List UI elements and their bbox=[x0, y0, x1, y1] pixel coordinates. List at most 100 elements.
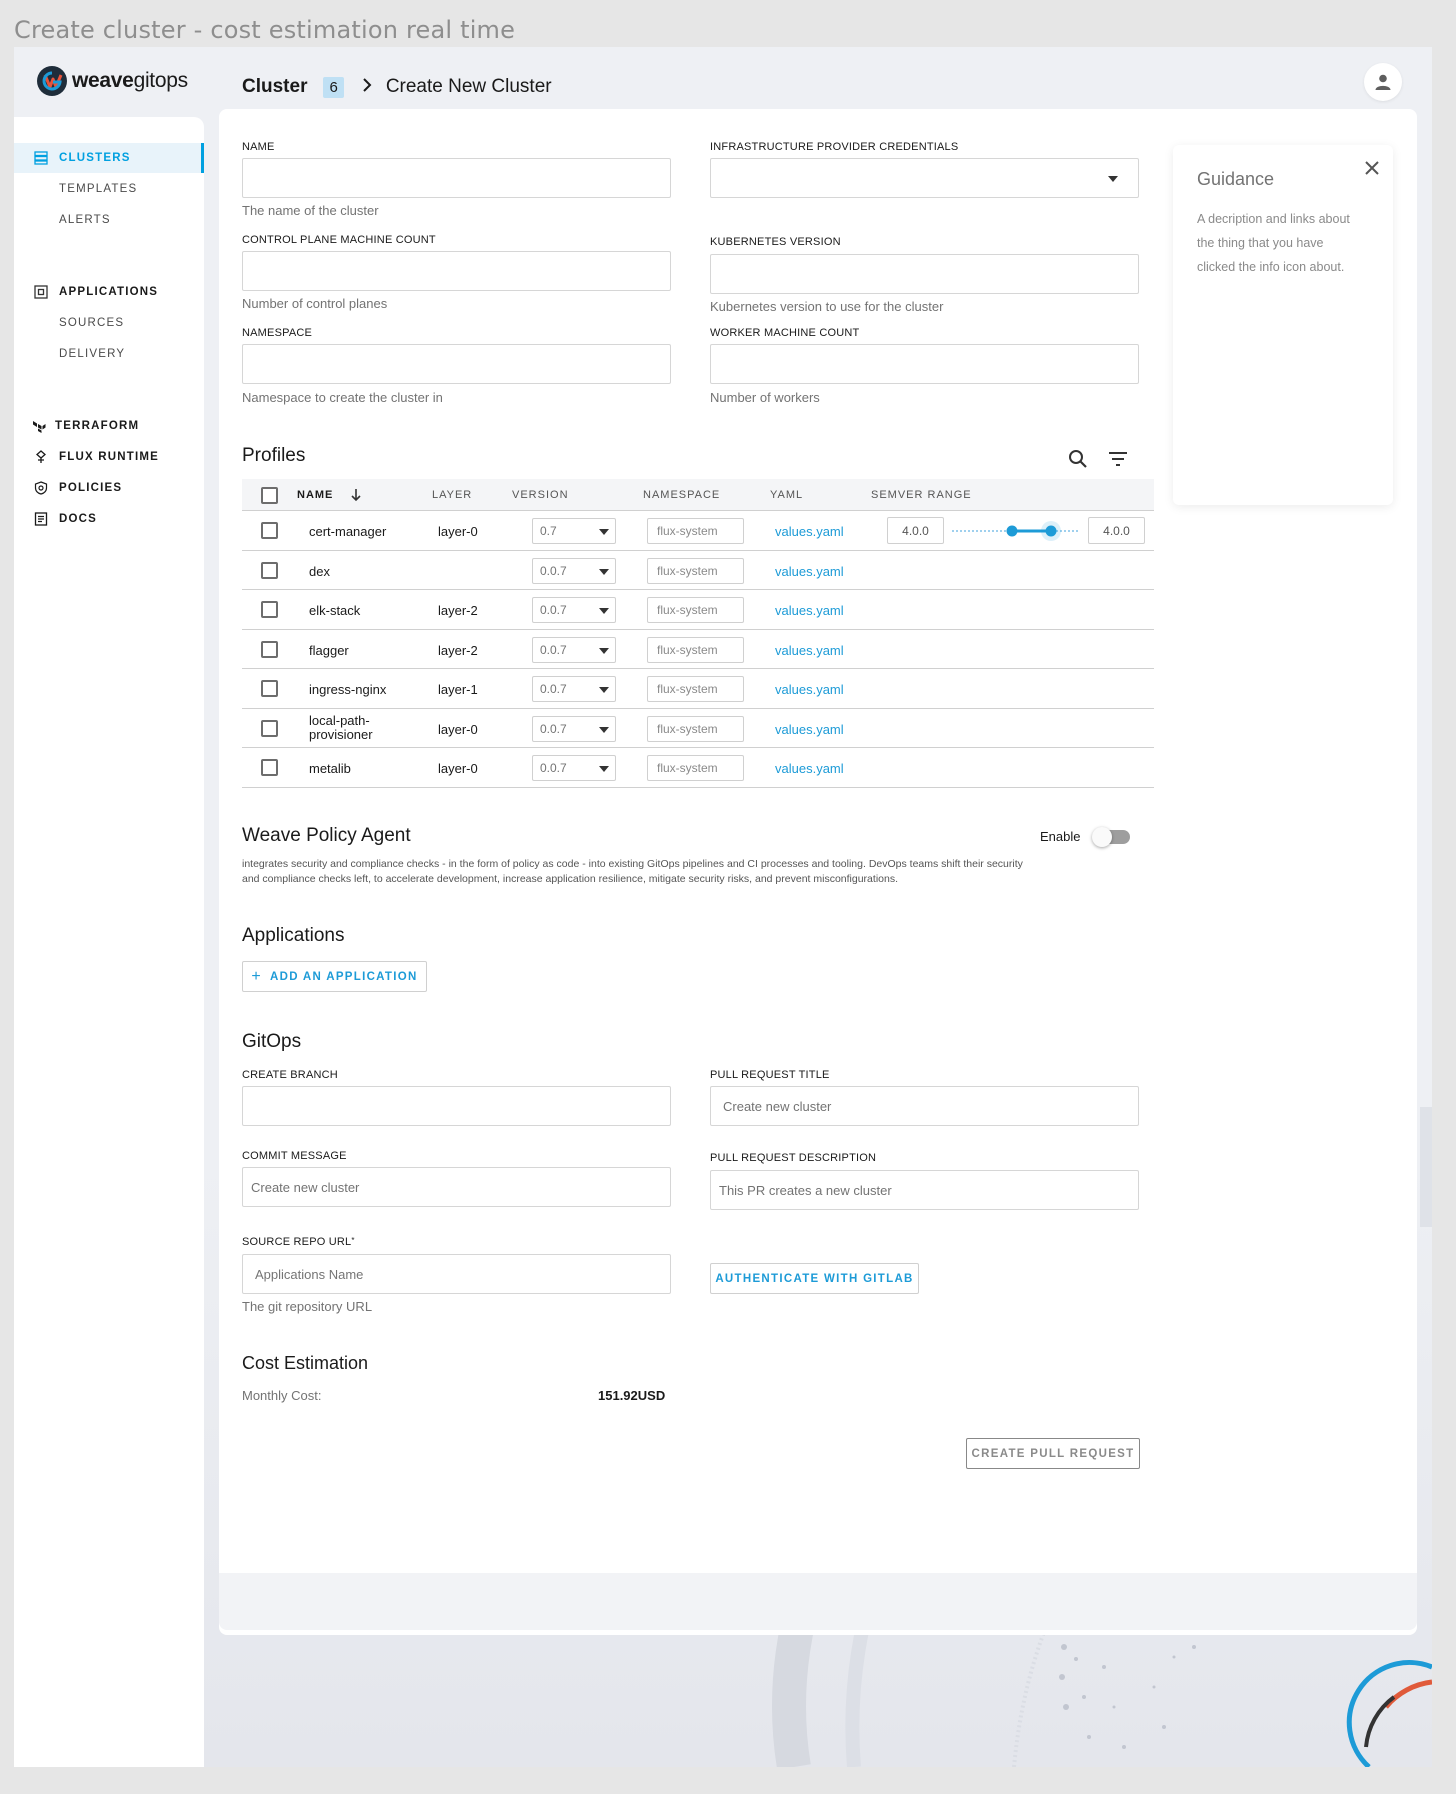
k8s-version-input[interactable] bbox=[710, 254, 1139, 294]
version-select[interactable]: 0.0.7 bbox=[532, 636, 616, 663]
filter-icon[interactable] bbox=[1107, 450, 1129, 468]
version-select[interactable]: 0.0.7 bbox=[532, 676, 616, 702]
sidebar-item-applications[interactable]: APPLICATIONS bbox=[14, 277, 204, 307]
sort-down-icon[interactable] bbox=[350, 488, 362, 502]
sidebar-item-label: DELIVERY bbox=[59, 348, 126, 360]
sidebar-item-delivery[interactable]: DELIVERY bbox=[14, 339, 204, 369]
row-checkbox[interactable] bbox=[261, 522, 278, 539]
name-input[interactable] bbox=[242, 158, 671, 198]
weave-gitops-logo[interactable]: weavegitops bbox=[36, 65, 188, 97]
profile-name: flagger bbox=[309, 642, 349, 658]
breadcrumb-root-link[interactable]: Cluster bbox=[242, 76, 307, 98]
values-yaml-link[interactable]: values.yaml bbox=[775, 524, 844, 539]
namespace-input[interactable]: flux-system bbox=[647, 518, 744, 544]
docs-icon bbox=[34, 512, 48, 526]
required-mark: * bbox=[351, 1236, 355, 1245]
create-branch-input[interactable] bbox=[242, 1086, 671, 1126]
guidance-panel: Guidance A decription and links about th… bbox=[1173, 145, 1393, 505]
version-value: 0.0.7 bbox=[540, 642, 567, 657]
namespace-input[interactable]: flux-system bbox=[647, 597, 744, 623]
pr-description-input[interactable]: This PR creates a new cluster bbox=[710, 1170, 1139, 1210]
values-yaml-link[interactable]: values.yaml bbox=[775, 643, 844, 658]
policy-agent-description-line1: integrates security and compliance check… bbox=[242, 858, 1023, 870]
select-all-checkbox[interactable] bbox=[261, 487, 278, 504]
version-select[interactable]: 0.0.7 bbox=[532, 715, 616, 742]
namespace-input[interactable] bbox=[242, 344, 671, 384]
row-checkbox[interactable] bbox=[261, 601, 278, 618]
profile-name-line2: provisioner bbox=[309, 726, 373, 742]
policy-agent-toggle[interactable] bbox=[1092, 826, 1132, 848]
create-pull-request-button[interactable]: CREATE PULL REQUEST bbox=[966, 1438, 1140, 1469]
commit-message-input[interactable]: Create new cluster bbox=[242, 1167, 671, 1207]
commit-message-label: COMMIT MESSAGE bbox=[242, 1150, 347, 1162]
flux-icon bbox=[36, 450, 46, 463]
search-icon[interactable] bbox=[1067, 448, 1089, 470]
version-select[interactable]: 0.0.7 bbox=[532, 557, 616, 584]
dropdown-arrow-icon bbox=[599, 766, 609, 772]
row-checkbox[interactable] bbox=[261, 680, 278, 697]
authenticate-gitlab-button[interactable]: AUTHENTICATE WITH GITLAB bbox=[710, 1263, 919, 1294]
slider-min-handle[interactable] bbox=[1006, 525, 1018, 537]
cluster-count-badge: 6 bbox=[323, 76, 344, 98]
semver-min-input[interactable]: 4.0.0 bbox=[887, 517, 944, 544]
source-repo-input[interactable] bbox=[242, 1254, 671, 1294]
cost-estimation-title: Cost Estimation bbox=[242, 1353, 369, 1373]
semver-max-input[interactable]: 4.0.0 bbox=[1088, 517, 1145, 544]
name-label: NAME bbox=[242, 141, 275, 153]
row-checkbox[interactable] bbox=[261, 640, 278, 658]
sidebar-item-docs[interactable]: DOCS bbox=[14, 504, 204, 534]
sidebar-item-policies[interactable]: POLICIES bbox=[14, 473, 204, 503]
user-avatar-button[interactable] bbox=[1364, 63, 1402, 101]
toggle-knob bbox=[1092, 827, 1112, 847]
control-plane-help: Number of control planes bbox=[242, 296, 388, 311]
values-yaml-link[interactable]: values.yaml bbox=[775, 564, 844, 579]
add-application-button[interactable]: + ADD AN APPLICATION bbox=[242, 961, 427, 992]
sidebar-item-sources[interactable]: SOURCES bbox=[14, 308, 204, 338]
close-icon[interactable] bbox=[1361, 157, 1383, 179]
credentials-select[interactable] bbox=[710, 158, 1139, 198]
k8s-version-help: Kubernetes version to use for the cluste… bbox=[710, 299, 944, 314]
sidebar-item-clusters[interactable]: CLUSTERS bbox=[14, 143, 204, 173]
values-yaml-link[interactable]: values.yaml bbox=[775, 722, 844, 737]
version-value: 0.7 bbox=[540, 524, 557, 538]
row-checkbox[interactable] bbox=[261, 561, 278, 579]
namespace-input[interactable]: flux-system bbox=[647, 755, 744, 781]
namespace-input[interactable]: flux-system bbox=[647, 715, 744, 742]
values-yaml-link[interactable]: values.yaml bbox=[775, 761, 844, 776]
terraform-icon bbox=[33, 421, 46, 433]
control-plane-input[interactable] bbox=[242, 251, 671, 291]
row-checkbox[interactable] bbox=[261, 759, 278, 776]
semver-range-slider[interactable] bbox=[950, 521, 1080, 541]
namespace-input[interactable]: flux-system bbox=[647, 557, 744, 584]
sidebar-item-flux-runtime[interactable]: FLUX RUNTIME bbox=[14, 442, 204, 472]
version-select[interactable]: 0.0.7 bbox=[532, 597, 616, 623]
applications-icon bbox=[34, 285, 48, 299]
pr-title-input[interactable]: Create new cluster bbox=[710, 1086, 1139, 1126]
profile-layer: layer-1 bbox=[438, 682, 478, 697]
sidebar-item-alerts[interactable]: ALERTS bbox=[14, 205, 204, 235]
breadcrumb: Cluster 6 Create New Cluster bbox=[242, 69, 552, 105]
frame-title: Create cluster - cost estimation real ti… bbox=[14, 16, 516, 44]
worker-count-input[interactable] bbox=[710, 344, 1139, 384]
sidebar-item-label: SOURCES bbox=[59, 317, 125, 329]
policies-icon bbox=[34, 481, 48, 495]
values-yaml-link[interactable]: values.yaml bbox=[775, 682, 844, 697]
version-select[interactable]: 0.0.7 bbox=[532, 755, 616, 781]
version-select[interactable]: 0.7 bbox=[532, 518, 616, 544]
namespace-input[interactable]: flux-system bbox=[647, 636, 744, 663]
namespace-input[interactable]: flux-system bbox=[647, 676, 744, 702]
table-row: metalib layer-0 0.0.7 flux-system values… bbox=[242, 748, 1154, 788]
column-header-name[interactable]: NAME bbox=[297, 489, 333, 501]
column-header-layer: LAYER bbox=[432, 489, 473, 501]
sidebar-item-terraform[interactable]: TERRAFORM bbox=[14, 411, 204, 441]
dropdown-arrow-icon bbox=[599, 568, 609, 575]
profile-layer: layer-2 bbox=[438, 603, 478, 618]
policy-agent-title: Weave Policy Agent bbox=[242, 825, 411, 846]
profile-layer: layer-2 bbox=[438, 642, 478, 658]
sidebar-item-templates[interactable]: TEMPLATES bbox=[14, 174, 204, 204]
profile-layer: layer-0 bbox=[438, 721, 478, 737]
dropdown-arrow-icon bbox=[599, 726, 609, 733]
values-yaml-link[interactable]: values.yaml bbox=[775, 603, 844, 618]
row-checkbox[interactable] bbox=[261, 719, 278, 737]
slider-max-handle[interactable] bbox=[1045, 525, 1057, 537]
